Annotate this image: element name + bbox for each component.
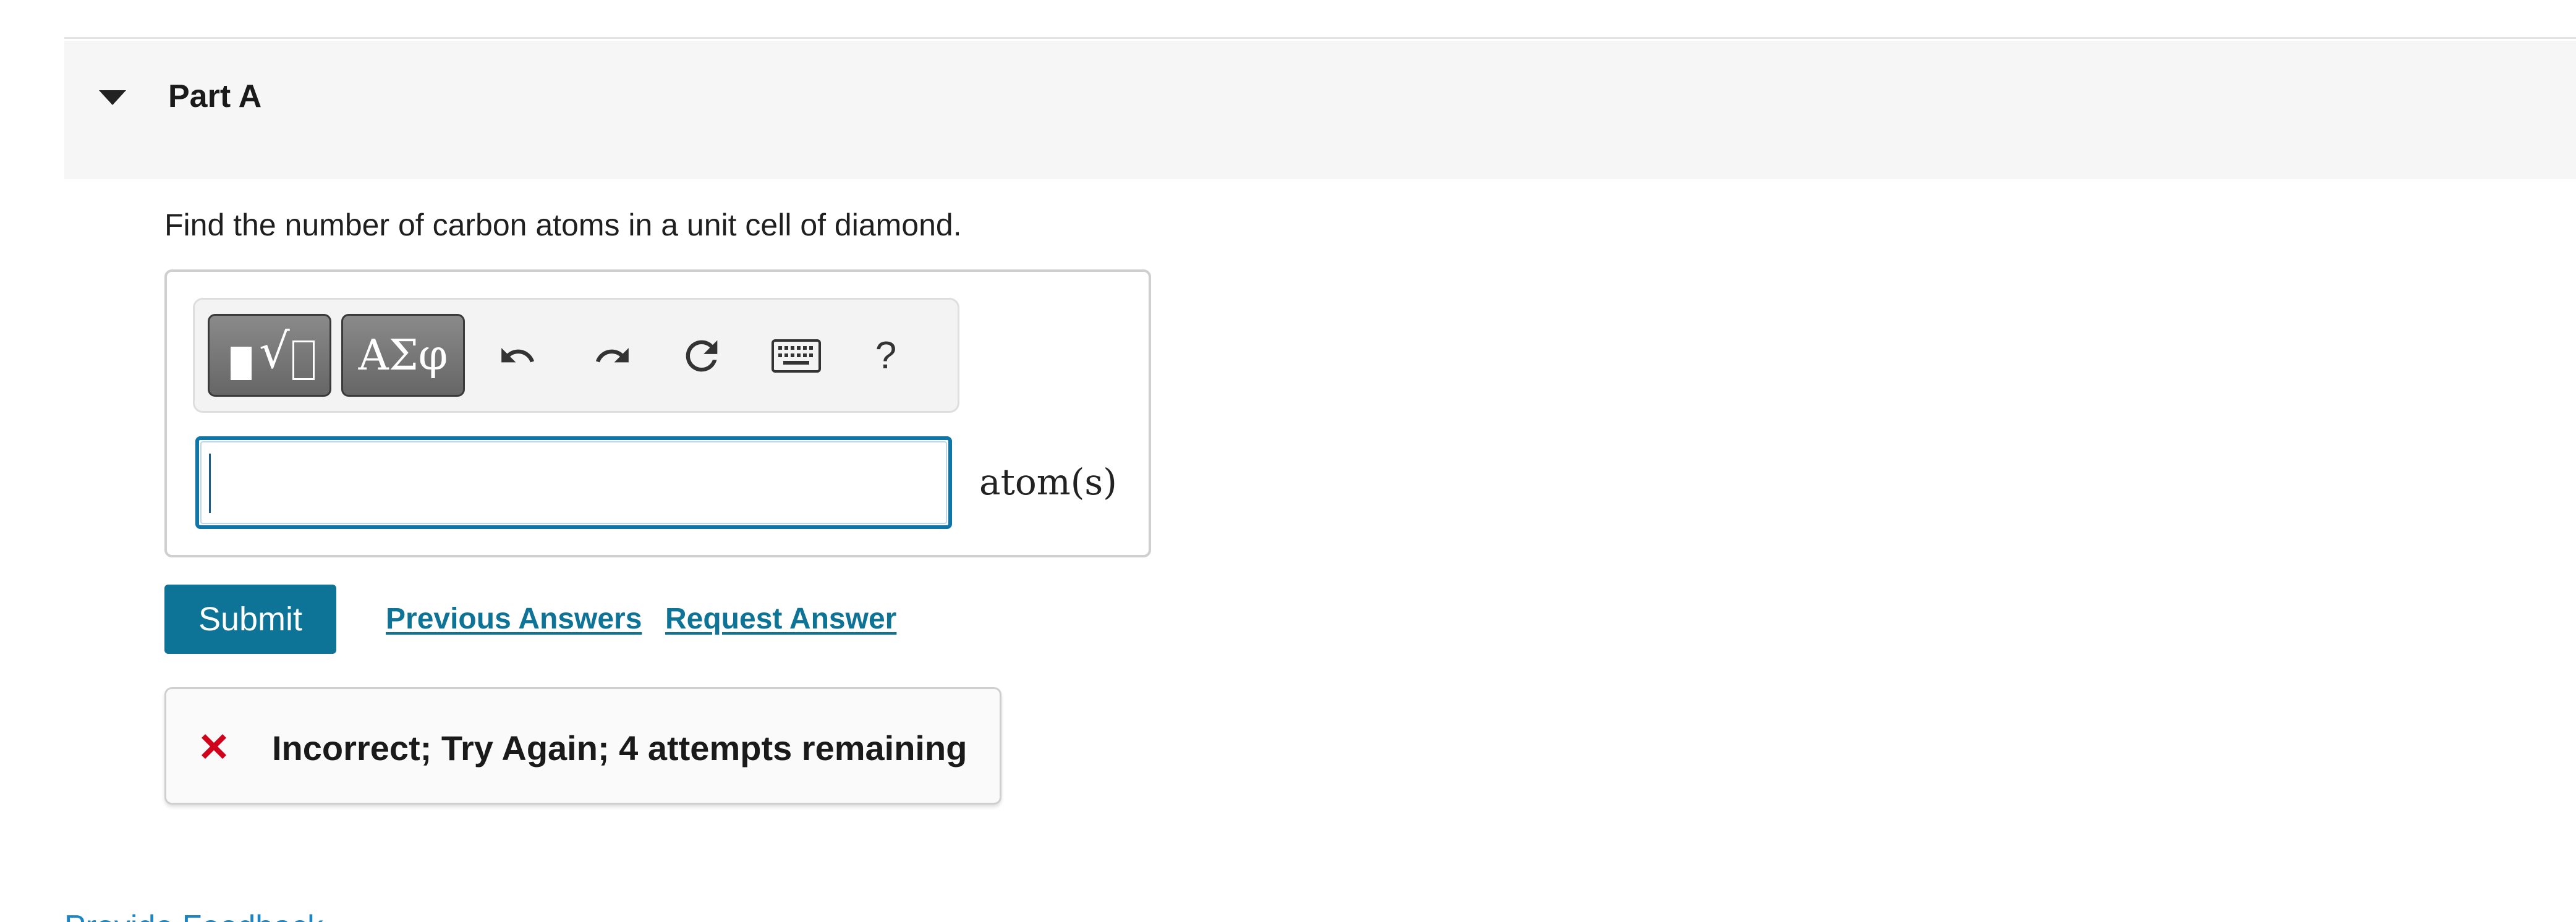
unit-label: atom(s) — [979, 461, 1117, 503]
reset-icon — [686, 340, 718, 372]
page: Part A Find the number of carbon atoms i… — [0, 0, 2576, 922]
part-header[interactable] — [64, 41, 2576, 179]
help-label: ? — [875, 334, 897, 377]
symbols-label: ΑΣφ — [358, 331, 448, 380]
redo-icon — [595, 348, 629, 363]
reset-button[interactable] — [674, 323, 729, 389]
help-button[interactable]: ? — [858, 323, 914, 389]
previous-answers-link[interactable]: Previous Answers — [386, 601, 642, 638]
answer-input[interactable] — [195, 436, 952, 529]
provide-feedback-link[interactable]: Provide Feedback — [64, 907, 323, 922]
keyboard-icon — [772, 339, 821, 373]
templates-button[interactable]: √ — [208, 314, 331, 397]
submit-button[interactable]: Submit — [164, 585, 336, 654]
symbols-button[interactable]: ΑΣφ — [341, 314, 465, 397]
request-answer-link[interactable]: Request Answer — [665, 601, 896, 638]
text-cursor — [209, 454, 211, 513]
x-icon — [202, 734, 226, 759]
divider — [64, 37, 2576, 39]
keyboard-button[interactable] — [765, 323, 827, 389]
undo-button[interactable] — [490, 323, 545, 389]
redo-button[interactable] — [585, 323, 640, 389]
part-title: Part A — [168, 78, 262, 114]
collapse-caret-icon[interactable] — [99, 90, 126, 105]
feedback-message: Incorrect; Try Again; 4 attempts remaini… — [272, 729, 967, 768]
question-text: Find the number of carbon atoms in a uni… — [164, 208, 962, 242]
undo-icon — [501, 348, 535, 363]
